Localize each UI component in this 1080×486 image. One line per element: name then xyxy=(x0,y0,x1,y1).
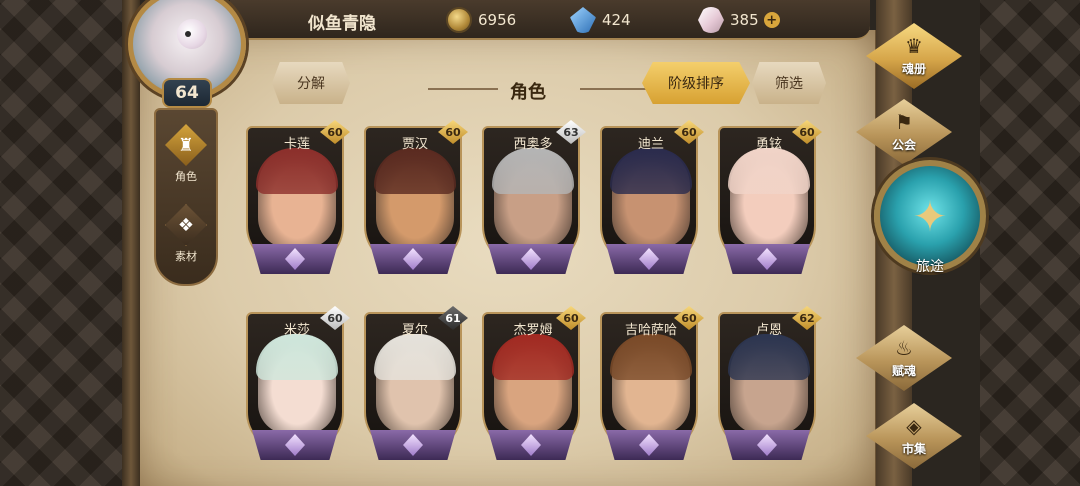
left-side-nav: ♜ 角色 ❖ 素材 xyxy=(154,108,218,286)
sort-by-tier-button[interactable]: 阶级排序 xyxy=(642,62,750,104)
journey-label: 旅途 xyxy=(916,259,944,275)
hero-card[interactable]: 卡莲 60 xyxy=(246,120,350,276)
soul-label: 赋魂 xyxy=(891,363,916,378)
hero-hair xyxy=(610,148,692,194)
hero-card[interactable]: 杰罗姆 60 xyxy=(482,306,586,462)
section-title: 角色 xyxy=(510,82,546,103)
add-gems-button[interactable]: + xyxy=(763,12,780,28)
guild-icon: ⚑ xyxy=(895,109,913,134)
avatar-face xyxy=(177,19,207,49)
flame-icon: ♨ xyxy=(895,335,913,360)
hero-hair xyxy=(492,334,574,380)
gem-count: 385 xyxy=(730,11,759,29)
title-ornament-right xyxy=(580,88,650,90)
crystal-count: 424 xyxy=(602,11,631,29)
hero-hair xyxy=(728,334,810,380)
nav-item-materials-label: 素材 xyxy=(175,250,197,263)
hero-hair xyxy=(610,334,692,380)
hero-card[interactable]: 勇铉 60 xyxy=(718,120,822,276)
guild-button[interactable]: ⚑ 公会 xyxy=(856,96,952,168)
beast-icon: ❖ xyxy=(165,204,207,246)
codex-badge: ♛ 魂册 xyxy=(866,23,962,89)
nav-item-characters[interactable]: ♜ 角色 xyxy=(160,118,212,184)
hero-hair xyxy=(374,334,456,380)
hero-hair xyxy=(256,334,338,380)
gem-icon xyxy=(698,7,724,33)
gem-counter: 385 + xyxy=(698,6,780,34)
player-name: 似鱼青隐 xyxy=(308,14,376,34)
left-frame-background xyxy=(0,0,130,486)
hero-hair xyxy=(492,148,574,194)
soul-button[interactable]: ♨ 赋魂 xyxy=(856,322,952,394)
guild-badge: ⚑ 公会 xyxy=(856,99,952,165)
market-badge: ◈ 市集 xyxy=(866,403,962,469)
filter-button[interactable]: 筛选 xyxy=(752,62,826,104)
market-label: 市集 xyxy=(901,441,926,456)
hero-card[interactable]: 米莎 60 xyxy=(246,306,350,462)
hero-card[interactable]: 西奥多 63 xyxy=(482,120,586,276)
market-icon: ◈ xyxy=(906,413,922,438)
nav-item-characters-label: 角色 xyxy=(175,170,197,183)
hero-card[interactable]: 卢恩 62 xyxy=(718,306,822,462)
hero-card[interactable]: 夏尔 61 xyxy=(364,306,468,462)
soul-badge: ♨ 赋魂 xyxy=(856,325,952,391)
market-button[interactable]: ◈ 市集 xyxy=(866,400,962,472)
hero-card[interactable]: 贾汉 60 xyxy=(364,120,468,276)
coin-icon xyxy=(446,7,472,33)
codex-icon: ♛ xyxy=(905,33,923,58)
hero-card[interactable]: 迪兰 60 xyxy=(600,120,704,276)
hero-hair xyxy=(256,148,338,194)
guild-label: 公会 xyxy=(891,137,916,152)
right-frame-background xyxy=(980,0,1080,486)
crystal-icon xyxy=(570,7,596,33)
coin-counter: 6956 xyxy=(446,6,516,34)
journey-button[interactable]: ✦ 旅途 xyxy=(872,160,988,310)
split-button[interactable]: 分解 xyxy=(272,62,350,104)
crystal-counter: 424 xyxy=(570,6,631,34)
hero-hair xyxy=(728,148,810,194)
coin-count: 6956 xyxy=(478,11,517,29)
helmet-icon: ♜ xyxy=(165,124,207,166)
hero-hair xyxy=(374,148,456,194)
codex-label: 魂册 xyxy=(901,61,926,76)
hero-card[interactable]: 吉哈萨哈 60 xyxy=(600,306,704,462)
avatar-eye xyxy=(185,31,191,37)
codex-button[interactable]: ♛ 魂册 xyxy=(866,20,962,92)
nav-item-materials[interactable]: ❖ 素材 xyxy=(160,198,212,264)
player-level-badge: 64 xyxy=(162,78,212,108)
